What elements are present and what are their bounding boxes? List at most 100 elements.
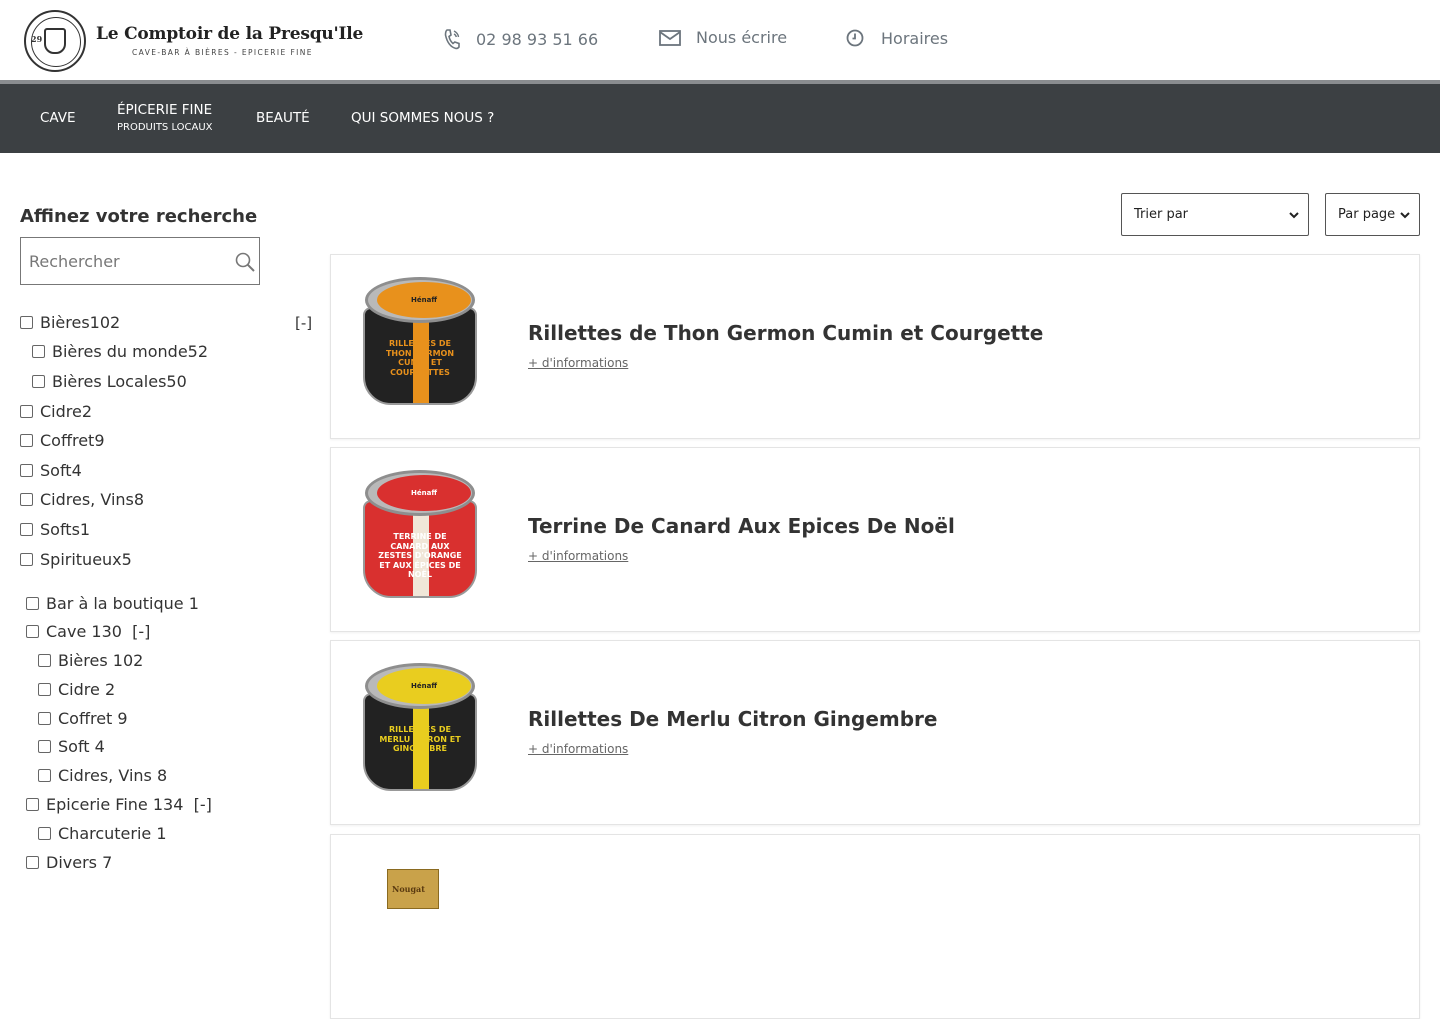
nav-item-qui-sommes-nous[interactable]: QUI SOMMES NOUS ?	[351, 110, 494, 126]
checkbox[interactable]	[20, 405, 33, 418]
collapse-toggle[interactable]: [-]	[194, 795, 212, 814]
filter-label: Cidre	[40, 402, 82, 421]
nav-item-cave[interactable]: CAVE	[40, 110, 76, 126]
filter-label: Cidres, Vins	[58, 766, 152, 785]
checkbox[interactable]	[38, 827, 51, 840]
filter-count: 1	[188, 594, 199, 613]
filter-count: 2	[81, 402, 93, 421]
filter-label: Charcuterie	[58, 824, 152, 843]
product-card[interactable]: TERRINE DE CANARD AUX ZESTES D'ORANGE ET…	[330, 447, 1420, 632]
checkbox[interactable]	[20, 434, 33, 447]
filter-item-cave-bieres[interactable]: Bières 102	[38, 651, 143, 670]
checkbox[interactable]	[32, 375, 45, 388]
hours-contact[interactable]: Horaires	[845, 28, 948, 48]
filter-item-spiritueux[interactable]: Spiritueux 5	[20, 550, 132, 569]
product-title[interactable]: Terrine De Canard Aux Epices De Noël	[528, 514, 955, 538]
filter-count: 4	[71, 461, 82, 480]
bottle-icon	[44, 28, 66, 54]
filter-item-charcuterie[interactable]: Charcuterie 1	[38, 824, 167, 843]
checkbox[interactable]	[38, 654, 51, 667]
product-image[interactable]: RILLETTES DE THON GERMON CUMIN ET COURGE…	[361, 277, 479, 409]
filter-item-cave-cidres-vins[interactable]: Cidres, Vins 8	[38, 766, 167, 785]
checkbox[interactable]	[20, 316, 33, 329]
logo-subtitle: CAVE-BAR À BIÈRES - EPICERIE FINE	[132, 48, 313, 57]
phone-contact[interactable]: 02 98 93 51 66	[442, 28, 598, 50]
filter-item-divers[interactable]: Divers 7	[26, 853, 112, 872]
product-card[interactable]: RILLETTES DE MERLU CITRON ET GINGEMBRE H…	[330, 640, 1420, 825]
filter-count: 130	[91, 622, 122, 641]
filter-item-cave-cidre[interactable]: Cidre 2	[38, 680, 115, 699]
collapse-toggle[interactable]: [-]	[295, 314, 312, 332]
product-title[interactable]: Rillettes De Merlu Citron Gingembre	[528, 707, 937, 731]
filter-item-cave-coffret[interactable]: Coffret 9	[38, 709, 128, 728]
filter-item-cave[interactable]: Cave 130 [-]	[26, 622, 150, 641]
checkbox[interactable]	[20, 493, 33, 506]
product-image[interactable]: Nougat	[387, 869, 439, 909]
email-label: Nous écrire	[696, 28, 788, 47]
sort-select[interactable]: Trier par	[1121, 193, 1309, 236]
filter-item-soft[interactable]: Soft 4	[20, 461, 82, 480]
checkbox[interactable]	[38, 683, 51, 696]
email-contact[interactable]: Nous écrire	[658, 28, 787, 47]
filter-count: 134	[152, 795, 184, 814]
filter-item-bar-boutique[interactable]: Bar à la boutique 1	[26, 594, 199, 613]
filter-label: Bar à la boutique	[46, 594, 184, 613]
per-page-select-label: Par page	[1338, 207, 1396, 222]
jar-lid: Hénaff	[365, 470, 475, 516]
checkbox[interactable]	[20, 553, 33, 566]
more-info-link[interactable]: + d'informations	[528, 549, 628, 563]
product-card[interactable]: Nougat	[330, 834, 1420, 1019]
product-image-label: Nougat	[392, 884, 425, 894]
checkbox[interactable]	[38, 769, 51, 782]
checkbox[interactable]	[38, 740, 51, 753]
filter-label: Cidre	[58, 680, 100, 699]
product-card[interactable]: RILLETTES DE THON GERMON CUMIN ET COURGE…	[330, 254, 1420, 439]
jar-label-text: TERRINE DE CANARD AUX ZESTES D'ORANGE ET…	[378, 532, 462, 580]
filter-item-bieres-locales[interactable]: Bières Locales 50	[32, 372, 187, 391]
filter-item-bieres-du-monde[interactable]: Bières du monde 52	[32, 342, 208, 361]
product-image[interactable]: RILLETTES DE MERLU CITRON ET GINGEMBRE H…	[361, 663, 479, 795]
checkbox[interactable]	[26, 597, 39, 610]
jar-label-text: RILLETTES DE MERLU CITRON ET GINGEMBRE	[379, 725, 461, 754]
filter-label: Coffret	[58, 709, 113, 728]
more-info-link[interactable]: + d'informations	[528, 742, 628, 756]
envelope-icon	[659, 29, 681, 46]
checkbox[interactable]	[32, 345, 45, 358]
sort-select-label: Trier par	[1134, 207, 1189, 222]
filter-item-bieres[interactable]: Bières 102	[20, 313, 120, 332]
product-image[interactable]: TERRINE DE CANARD AUX ZESTES D'ORANGE ET…	[361, 470, 479, 602]
filter-label: Bières	[40, 313, 90, 332]
nav-item-beaute[interactable]: BEAUTÉ	[256, 110, 310, 126]
filter-label: Softs	[40, 520, 80, 539]
filter-count: 1	[156, 824, 167, 843]
filter-item-coffret[interactable]: Coffret 9	[20, 431, 105, 450]
filter-label: Divers	[46, 853, 97, 872]
filter-item-softs[interactable]: Softs 1	[20, 520, 90, 539]
filter-label: Cave	[46, 622, 87, 641]
checkbox[interactable]	[26, 625, 39, 638]
filter-count: 9	[117, 709, 128, 728]
site-header: 29 Le Comptoir de la Presqu'Ile CAVE-BAR…	[0, 0, 1440, 80]
filter-label: Spiritueux	[40, 550, 122, 569]
checkbox[interactable]	[26, 856, 39, 869]
checkbox[interactable]	[20, 523, 33, 536]
nav-item-epicerie[interactable]: ÉPICERIE FINE PRODUITS LOCAUX	[117, 102, 213, 133]
filter-item-cave-soft[interactable]: Soft 4	[38, 737, 105, 756]
product-title[interactable]: Rillettes de Thon Germon Cumin et Courge…	[528, 321, 1043, 345]
per-page-select[interactable]: Par page	[1325, 193, 1420, 236]
filter-item-epicerie-fine[interactable]: Epicerie Fine 134 [-]	[26, 795, 212, 814]
filter-item-cidre[interactable]: Cidre 2	[20, 402, 92, 421]
checkbox[interactable]	[26, 798, 39, 811]
site-logo[interactable]: 29 Le Comptoir de la Presqu'Ile CAVE-BAR…	[24, 10, 363, 72]
filter-item-cidres-vins[interactable]: Cidres, Vins 8	[20, 490, 144, 509]
search-icon[interactable]	[234, 251, 256, 273]
search-input[interactable]	[29, 248, 224, 274]
jar-lid: Hénaff	[365, 277, 475, 323]
filter-count: 50	[166, 372, 187, 391]
checkbox[interactable]	[20, 464, 33, 477]
search-box	[20, 237, 260, 285]
filter-count: 5	[121, 550, 132, 569]
checkbox[interactable]	[38, 712, 51, 725]
more-info-link[interactable]: + d'informations	[528, 356, 628, 370]
collapse-toggle[interactable]: [-]	[132, 622, 150, 641]
